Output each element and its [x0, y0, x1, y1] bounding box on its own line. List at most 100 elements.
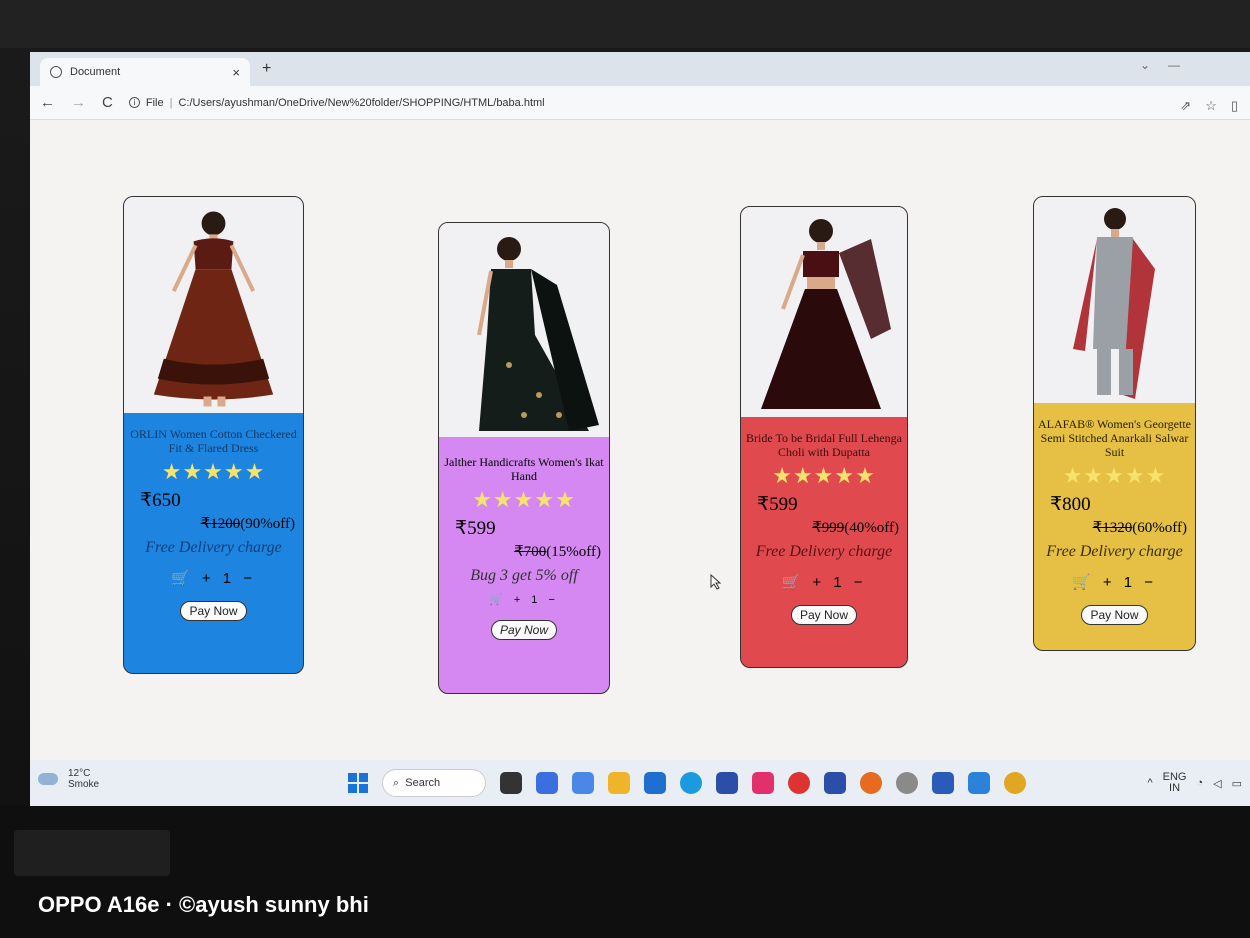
monitor-screen: Document × + ⌄ — ← → C i File | C:/Users…	[30, 52, 1250, 806]
chat-icon[interactable]	[536, 772, 558, 794]
product-image[interactable]	[1034, 197, 1195, 403]
firefox-icon[interactable]	[860, 772, 882, 794]
vscode-icon[interactable]	[968, 772, 990, 794]
mrp-row: ₹1200(90%off)	[124, 514, 303, 533]
chrome-icon[interactable]	[1004, 772, 1026, 794]
original-price: ₹1320	[1092, 520, 1133, 536]
product-price: ₹650	[140, 490, 181, 511]
mrp-row: ₹1320(60%off)	[1034, 518, 1195, 537]
product-name: Jalther Handicrafts Women's Ikat Hand	[444, 455, 604, 483]
wifi-icon[interactable]: ◔	[1196, 777, 1203, 789]
bookmark-star-icon[interactable]: ☆	[1205, 98, 1217, 114]
settings-gear-icon[interactable]	[896, 772, 918, 794]
cart-quantity-control[interactable]: 🛒 + 1 −	[124, 569, 303, 587]
product-card: ORLIN Women Cotton Checkered Fit & Flare…	[123, 196, 304, 674]
battery-icon[interactable]: ▭	[1232, 777, 1242, 790]
rating-stars: ★★★★★	[1062, 463, 1167, 488]
product-name: Bride To be Bridal Full Lehenga Choli wi…	[746, 431, 902, 459]
discount-label: (90%off)	[240, 516, 295, 532]
address-bar: ← → C i File | C:/Users/ayushman/OneDriv…	[30, 86, 1250, 120]
product-name: ORLIN Women Cotton Checkered Fit & Flare…	[130, 427, 297, 455]
pay-now-button[interactable]: Pay Now	[490, 620, 558, 640]
product-body: ALAFAB® Women's Georgette Semi Stitched …	[1034, 403, 1195, 625]
product-body: Bride To be Bridal Full Lehenga Choli wi…	[741, 417, 907, 625]
product-image[interactable]	[741, 207, 907, 417]
weather-widget[interactable]: 12°C Smoke	[38, 768, 99, 790]
discount-label: (40%off)	[844, 520, 899, 536]
delivery-note: Free Delivery charge	[755, 543, 893, 560]
region-code: IN	[1169, 782, 1181, 794]
taskbar-search-label: Search	[405, 777, 441, 789]
tab-title: Document	[70, 66, 121, 78]
word-icon[interactable]	[932, 772, 954, 794]
close-tab-icon[interactable]: ×	[232, 65, 240, 80]
url-text[interactable]: C:/Users/ayushman/OneDrive/New%20folder/…	[178, 97, 544, 109]
address-actions: ⇗ ☆ ▯	[1180, 98, 1238, 114]
page-content: ORLIN Women Cotton Checkered Fit & Flare…	[30, 120, 1250, 760]
discount-label: (60%off)	[1132, 520, 1187, 536]
camera-watermark: OPPO A16e · ©ayush sunny bhi	[38, 892, 369, 917]
widgets-icon[interactable]	[572, 772, 594, 794]
file-explorer-icon[interactable]	[608, 772, 630, 794]
lehenga-icon	[761, 219, 891, 409]
instagram-icon[interactable]	[752, 772, 774, 794]
edge-icon[interactable]	[680, 772, 702, 794]
url-field[interactable]: i File | C:/Users/ayushman/OneDrive/New%…	[128, 96, 545, 109]
info-icon[interactable]: i	[128, 97, 140, 108]
saree-icon	[477, 237, 599, 431]
product-body: ORLIN Women Cotton Checkered Fit & Flare…	[124, 413, 303, 621]
app-icon[interactable]	[716, 772, 738, 794]
product-image[interactable]	[124, 197, 303, 413]
pay-now-button[interactable]: Pay Now	[1081, 605, 1148, 625]
globe-icon	[50, 66, 62, 78]
forward-button[interactable]: →	[71, 94, 86, 111]
tab-bar: Document × + ⌄ —	[30, 52, 1250, 86]
rating-stars: ★★★★★	[472, 487, 576, 512]
cart-quantity-control[interactable]: 🛒 + 1 −	[439, 593, 609, 606]
mrp-row: ₹700(15%off)	[439, 542, 609, 561]
sidepanel-icon[interactable]: ▯	[1231, 98, 1238, 114]
original-price: ₹1200	[200, 516, 241, 532]
url-scheme-label: File	[145, 96, 164, 109]
salwar-suit-icon	[1072, 208, 1155, 399]
product-card: ALAFAB® Women's Georgette Semi Stitched …	[1033, 196, 1196, 651]
product-price: ₹800	[1050, 494, 1091, 515]
pay-now-button[interactable]: Pay Now	[790, 605, 858, 625]
pay-now-button[interactable]: Pay Now	[180, 601, 247, 621]
reload-button[interactable]: C	[102, 94, 113, 111]
flared-dress-icon	[153, 211, 274, 407]
product-card: Bride To be Bridal Full Lehenga Choli wi…	[740, 206, 908, 668]
reflection	[14, 830, 170, 876]
store-icon[interactable]	[644, 772, 666, 794]
cloud-icon	[38, 773, 58, 785]
tab-search-icon[interactable]: ⌄	[1140, 58, 1150, 72]
app-icon[interactable]	[824, 772, 846, 794]
product-name: ALAFAB® Women's Georgette Semi Stitched …	[1038, 417, 1191, 459]
volume-icon[interactable]: ◁	[1213, 777, 1221, 790]
product-card: Jalther Handicrafts Women's Ikat Hand ★★…	[438, 222, 610, 694]
mouse-cursor-icon	[710, 574, 722, 590]
weather-temp: 12°C	[68, 768, 91, 779]
chevron-up-icon[interactable]: ^	[1147, 777, 1152, 789]
new-tab-button[interactable]: +	[262, 60, 271, 78]
discount-label: (15%off)	[546, 544, 601, 560]
taskbar-center: ⌕ Search	[348, 769, 1026, 797]
url-separator: |	[169, 96, 173, 109]
share-icon[interactable]: ⇗	[1180, 98, 1191, 114]
delivery-note: Free Delivery charge	[1046, 543, 1183, 560]
product-image[interactable]	[439, 223, 609, 437]
cart-quantity-control[interactable]: 🛒 + 1 −	[741, 573, 907, 591]
task-view-icon[interactable]	[500, 772, 522, 794]
delivery-note: Free Delivery charge	[145, 539, 282, 556]
minimize-button[interactable]: —	[1168, 58, 1180, 72]
cart-quantity-control[interactable]: 🛒 + 1 −	[1034, 573, 1195, 591]
tab-document[interactable]: Document ×	[40, 58, 250, 86]
start-windows-icon[interactable]	[348, 773, 368, 793]
taskbar-search[interactable]: ⌕ Search	[382, 769, 486, 797]
product-body: Jalther Handicrafts Women's Ikat Hand ★★…	[439, 437, 609, 640]
app-icon[interactable]	[788, 772, 810, 794]
back-button[interactable]: ←	[40, 94, 55, 111]
original-price: ₹999	[812, 520, 845, 536]
language-indicator[interactable]: ENG IN	[1163, 772, 1187, 794]
system-tray: ^ ENG IN ◔ ◁ ▭	[1147, 772, 1242, 794]
